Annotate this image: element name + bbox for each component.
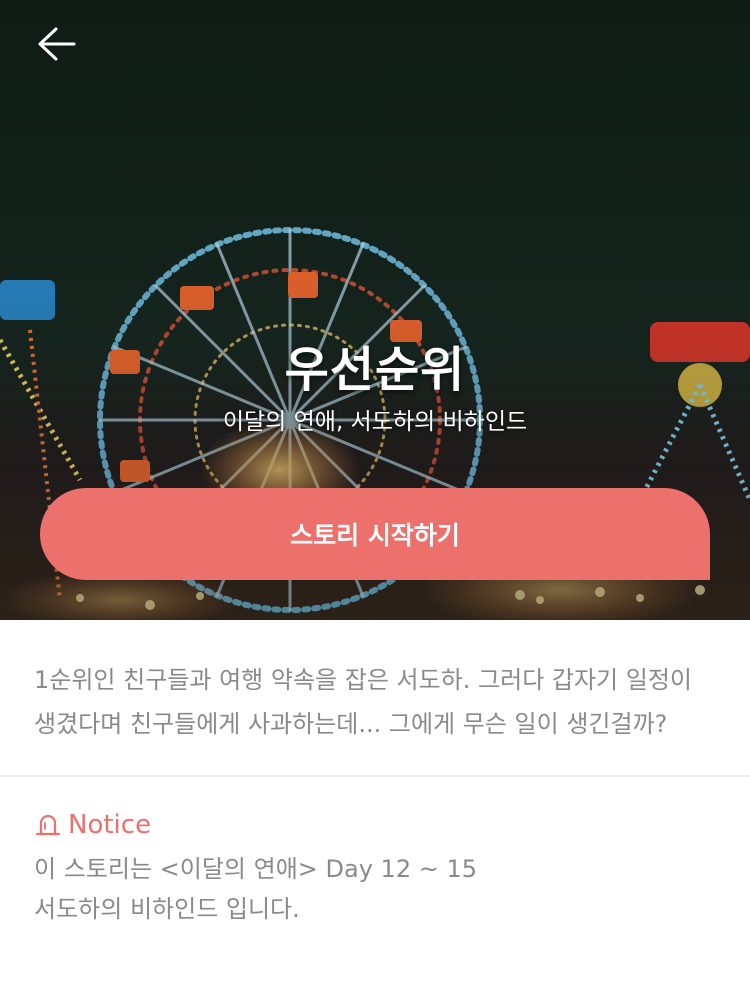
story-subtitle: 이달의 연애, 서도하의 비하인드 (222, 409, 528, 435)
notice-section: Notice 이 스토리는 <이달의 연애> Day 12 ~ 15 서도하의 … (0, 777, 750, 929)
start-story-button[interactable]: 스토리 시작하기 (40, 488, 710, 580)
back-button[interactable] (30, 22, 82, 66)
notice-header: Notice (34, 805, 716, 845)
arrow-left-icon (38, 27, 76, 61)
siren-icon (35, 814, 61, 836)
notice-line-2: 서도하의 비하인드 입니다. (34, 895, 300, 923)
notice-body: 이 스토리는 <이달의 연애> Day 12 ~ 15 서도하의 비하인드 입니… (34, 849, 716, 929)
story-title: 우선순위 (284, 342, 466, 398)
hero-banner: 우선순위 이달의 연애, 서도하의 비하인드 스토리 시작하기 (0, 0, 750, 620)
notice-line-1: 이 스토리는 <이달의 연애> Day 12 ~ 15 (34, 855, 477, 883)
story-description: 1순위인 친구들과 여행 약속을 잡은 서도하. 그러다 갑자기 일정이 생겼다… (0, 620, 750, 777)
notice-title: Notice (68, 810, 152, 840)
